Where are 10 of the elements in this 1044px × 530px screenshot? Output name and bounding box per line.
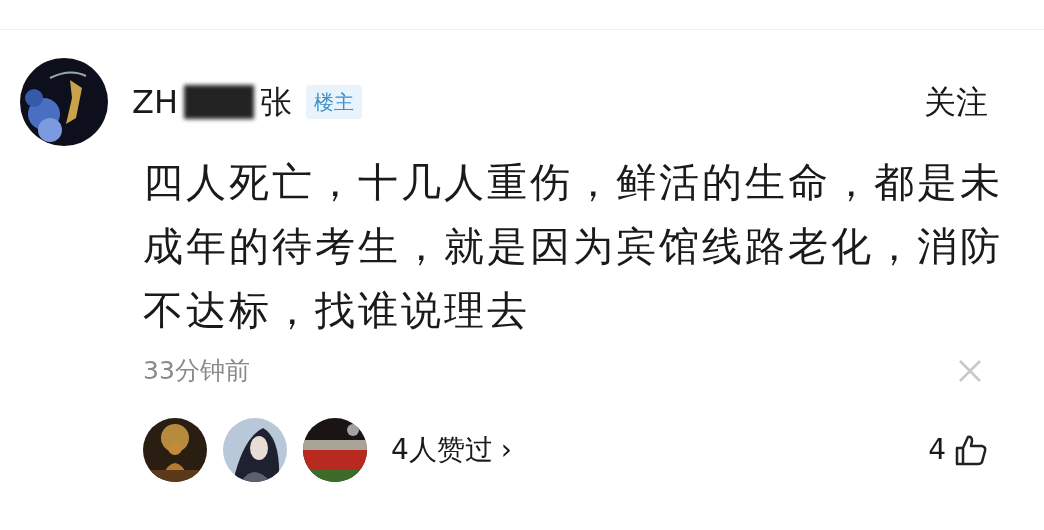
username[interactable]: 张	[260, 82, 292, 122]
chevron-icon[interactable]: ›	[500, 428, 513, 471]
comment-text: 四人死亡，十几人重伤，鲜活的生命，都是未成年的待考生，就是因为宾馆线路老化，消防不达标，找谁说理去	[143, 158, 1003, 335]
redaction-block	[184, 85, 254, 119]
author-badge: 楼主	[306, 85, 362, 119]
like-count: 4	[928, 431, 946, 468]
timestamp: 33分钟前	[143, 355, 250, 387]
username[interactable]: ZH	[132, 82, 178, 122]
follow-button[interactable]: 关注	[924, 78, 988, 126]
likes-link[interactable]: 4人赞过	[391, 428, 493, 471]
